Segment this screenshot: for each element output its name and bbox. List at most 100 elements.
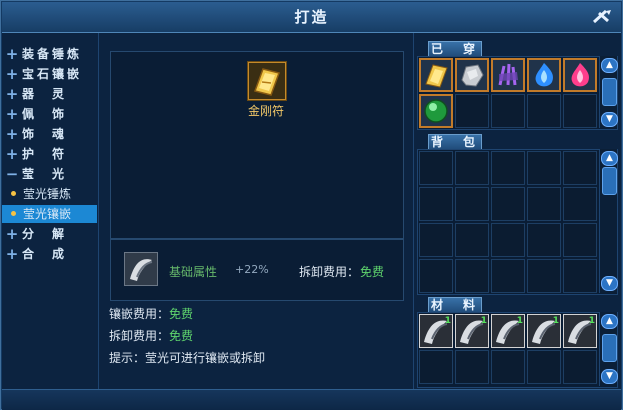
inventory-slot[interactable] [491, 350, 525, 384]
sidebar-item-accessory[interactable]: + 佩 饰 [2, 105, 97, 123]
material-count: 1 [588, 316, 595, 326]
sidebar-item-label: 装备锤炼 [22, 47, 83, 61]
equipment-slot[interactable] [248, 62, 286, 100]
sidebar-item-label: 护 符 [22, 147, 68, 161]
sidebar-item-combine[interactable]: + 合 成 [2, 245, 97, 263]
inlay-cost-value: 免费 [169, 307, 194, 321]
pink-flame-icon[interactable] [563, 58, 597, 92]
inventory-slot[interactable] [419, 151, 453, 185]
inventory-slot[interactable] [527, 223, 561, 257]
bag-scrollbar[interactable]: ▲ ▼ [599, 149, 618, 293]
inventory-slot[interactable] [563, 151, 597, 185]
bottom-bar [2, 389, 621, 410]
purple-claw-icon[interactable] [491, 58, 525, 92]
glow-material-icon[interactable]: 1 [563, 314, 597, 348]
inventory-slot[interactable] [563, 259, 597, 293]
attribute-value: +22% [235, 263, 269, 276]
inventory-slot[interactable] [419, 187, 453, 221]
inventory-slot[interactable] [491, 94, 525, 128]
glow-material-icon[interactable]: 1 [491, 314, 525, 348]
green-orb-icon[interactable] [419, 94, 453, 128]
slot-item-name: 金刚符 [247, 104, 284, 118]
material-count: 1 [516, 316, 523, 326]
sidebar: + 装备锤炼 + 宝石镶嵌 + 器 灵 + 佩 饰 + 饰 魂 + 护 符 − … [2, 33, 97, 389]
forge-window: 打造 + 装备锤炼 + 宝石镶嵌 + 器 灵 + 佩 饰 + 饰 魂 + 护 符… [0, 0, 623, 410]
gold-talisman-icon[interactable] [419, 58, 453, 92]
inventory-slot[interactable] [563, 187, 597, 221]
tab-bag[interactable]: 背 包 [428, 134, 482, 150]
sidebar-item-equipment-forge[interactable]: + 装备锤炼 [2, 45, 97, 63]
remove-fee-label: 拆卸费用： [299, 265, 360, 279]
inventory-slot[interactable] [563, 94, 597, 128]
inventory-slot[interactable] [491, 259, 525, 293]
tab-materials[interactable]: 材 料 [428, 297, 482, 313]
scroll-down-icon[interactable]: ▼ [601, 112, 618, 127]
expand-icon: + [5, 85, 19, 103]
inlay-cost-label: 镶嵌费用： [109, 307, 170, 321]
scroll-up-icon[interactable]: ▲ [601, 58, 618, 73]
inventory-slot[interactable] [419, 259, 453, 293]
sidebar-item-label: 莹 光 [22, 167, 68, 181]
inventory-slot[interactable] [419, 223, 453, 257]
sidebar-item-accessory-soul[interactable]: + 饰 魂 [2, 125, 97, 143]
remove-cost-value: 免费 [169, 329, 194, 343]
sidebar-item-label: 器 灵 [22, 87, 68, 101]
stone-icon[interactable] [455, 58, 489, 92]
inventory-slot[interactable] [455, 350, 489, 384]
inventory-slot[interactable] [527, 94, 561, 128]
inventory-slot[interactable] [563, 223, 597, 257]
sidebar-item-label: 分 解 [22, 227, 68, 241]
inventory-slot[interactable] [455, 223, 489, 257]
scroll-down-icon[interactable]: ▼ [601, 369, 618, 384]
inventory-slot[interactable] [527, 259, 561, 293]
bullet-icon [11, 211, 16, 216]
attribute-panel: 基础属性 +22% 拆卸费用： 免费 [110, 239, 404, 301]
main-panel: 金刚符 基础属性 +22% 拆卸费用： 免费 镶嵌费用：免费 拆卸费用：免费 提… [98, 33, 414, 389]
inventory-slot[interactable] [527, 151, 561, 185]
glow-material-icon[interactable]: 1 [527, 314, 561, 348]
scroll-up-icon[interactable]: ▲ [601, 151, 618, 166]
sidebar-item-label: 莹光锤炼 [23, 187, 72, 201]
scroll-thumb[interactable] [602, 167, 617, 195]
sidebar-item-label: 佩 饰 [22, 107, 68, 121]
material-count: 1 [444, 316, 451, 326]
sidebar-item-spirit[interactable]: + 器 灵 [2, 85, 97, 103]
sidebar-item-label: 合 成 [22, 247, 68, 261]
scroll-up-icon[interactable]: ▲ [601, 314, 618, 329]
sidebar-item-gem-inlay[interactable]: + 宝石镶嵌 [2, 65, 97, 83]
scroll-down-icon[interactable]: ▼ [601, 276, 618, 291]
inventory-slot[interactable] [491, 223, 525, 257]
expand-icon: + [5, 225, 19, 243]
sidebar-item-talisman[interactable]: + 护 符 [2, 145, 97, 163]
scroll-thumb[interactable] [602, 78, 617, 106]
glow-material-icon[interactable]: 1 [455, 314, 489, 348]
inventory-slot[interactable] [455, 187, 489, 221]
inlay-cost-row: 镶嵌费用：免费 [109, 305, 193, 322]
inventory-slot[interactable] [491, 187, 525, 221]
inlay-stage: 金刚符 [110, 51, 404, 239]
inventory-slot[interactable] [419, 350, 453, 384]
inventory-slot[interactable] [563, 350, 597, 384]
glow-gem-icon[interactable] [124, 252, 158, 286]
inventory-slot[interactable] [527, 187, 561, 221]
remove-cost-label: 拆卸费用： [109, 329, 170, 343]
sidebar-item-glow[interactable]: − 莹 光 [2, 165, 97, 183]
inventory-slot[interactable] [455, 259, 489, 293]
glow-material-icon[interactable]: 1 [419, 314, 453, 348]
blue-flame-icon[interactable] [527, 58, 561, 92]
tab-inlaid[interactable]: 已 穿 [428, 41, 482, 57]
sidebar-item-decompose[interactable]: + 分 解 [2, 225, 97, 243]
close-icon[interactable] [591, 7, 613, 27]
inventory-slot[interactable] [527, 350, 561, 384]
scroll-thumb[interactable] [602, 334, 617, 362]
material-count: 1 [552, 316, 559, 326]
materials-scrollbar[interactable]: ▲ ▼ [599, 312, 618, 386]
remove-cost-row: 拆卸费用：免费 [109, 327, 193, 344]
inventory-slot[interactable] [455, 94, 489, 128]
inlaid-scrollbar[interactable]: ▲ ▼ [599, 56, 618, 128]
inventory-slot[interactable] [455, 151, 489, 185]
sidebar-item-glow-forge[interactable]: 莹光锤炼 [2, 185, 97, 203]
inventory-slot[interactable] [491, 151, 525, 185]
sidebar-item-glow-inlay[interactable]: 莹光镶嵌 [2, 205, 97, 223]
collapse-icon: − [5, 165, 19, 183]
